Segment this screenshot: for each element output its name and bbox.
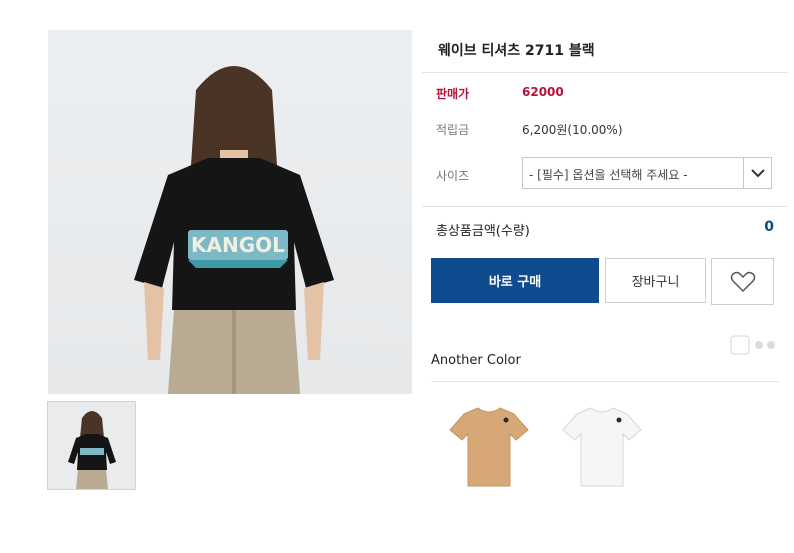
divider — [422, 206, 788, 207]
thumbnail-photo — [68, 411, 116, 489]
svg-text:KANGOL: KANGOL — [191, 233, 285, 257]
price-label: 판매가 — [436, 87, 470, 101]
tshirt-icon — [562, 407, 642, 487]
product-thumbnail[interactable] — [47, 401, 136, 490]
add-to-cart-button[interactable]: 장바구니 — [605, 258, 706, 303]
product-title: 웨이브 티셔츠 2711 블랙 — [438, 43, 595, 59]
total-value: 0 — [764, 219, 774, 235]
total-label: 총상품금액(수량) — [436, 224, 530, 239]
size-select-value: - [필수] 옵션을 선택해 주세요 - — [529, 168, 688, 182]
watermark-icon — [729, 332, 779, 362]
color-option-beige[interactable] — [444, 402, 534, 492]
points-value: 6,200원(10.00%) — [522, 123, 623, 137]
color-option-white[interactable] — [557, 402, 647, 492]
product-main-image[interactable]: KANGOL — [48, 30, 412, 394]
another-color-heading: Another Color — [431, 353, 521, 368]
model-photo: KANGOL — [134, 66, 334, 394]
price-value: 62000 — [522, 85, 564, 99]
points-label: 적립금 — [436, 123, 470, 137]
size-select[interactable]: - [필수] 옵션을 선택해 주세요 - — [522, 157, 772, 189]
tshirt-icon — [449, 407, 529, 487]
buy-now-button[interactable]: 바로 구매 — [431, 258, 599, 303]
chevron-down-icon[interactable] — [743, 158, 771, 188]
divider — [431, 381, 779, 382]
cut-off-header-text — [0, 0, 794, 7]
divider — [422, 72, 788, 73]
wishlist-button[interactable] — [711, 258, 774, 305]
size-label: 사이즈 — [436, 169, 470, 183]
heart-icon — [730, 271, 755, 292]
